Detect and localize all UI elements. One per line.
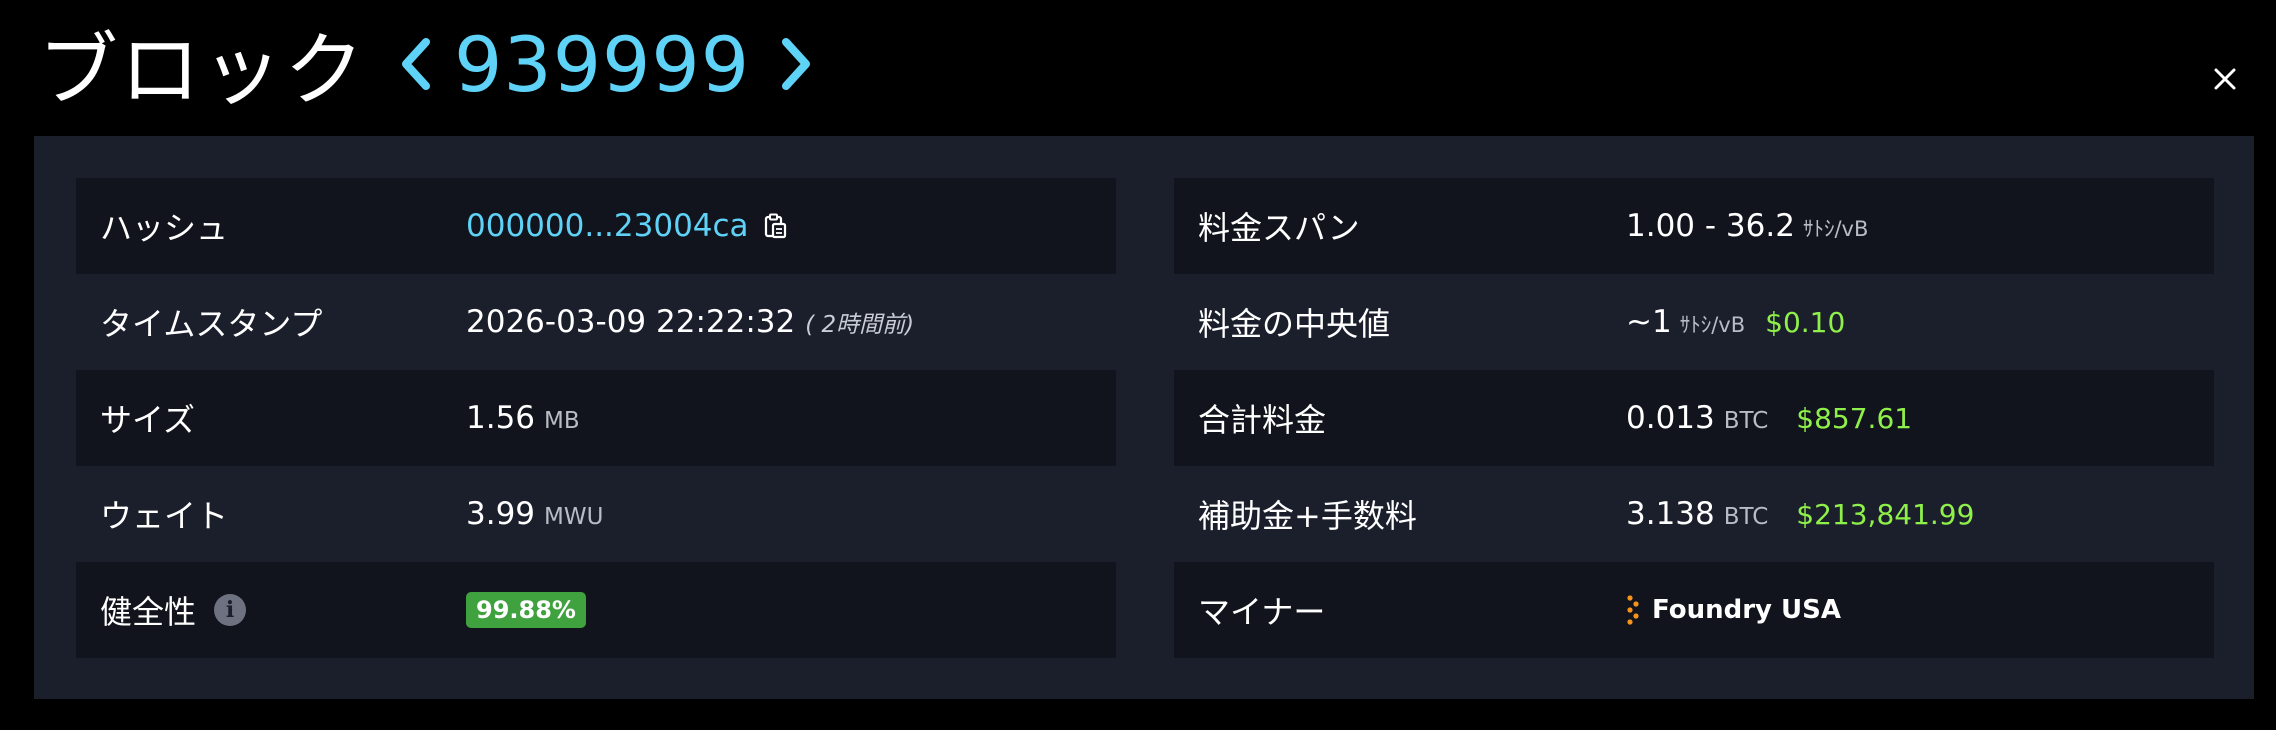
- fee-span-row: 料金スパン 1.00 - 36.2 ｻﾄｼ/vB: [1174, 178, 2214, 274]
- timestamp-label: タイムスタンプ: [100, 305, 323, 343]
- fee-span-unit: ｻﾄｼ/vB: [1802, 217, 1869, 241]
- miner-link[interactable]: Foundry USA: [1626, 594, 1841, 626]
- relative-time: ( 2時間前): [805, 312, 915, 338]
- health-label: 健全性: [100, 593, 197, 631]
- miner-name: Foundry USA: [1652, 595, 1841, 625]
- timestamp-row: タイムスタンプ 2026-03-09 22:22:32 ( 2時間前): [76, 274, 1116, 370]
- total-fees-label: 合計料金: [1198, 401, 1327, 439]
- size-number: 1.56: [466, 400, 536, 436]
- subsidy-fees-label: 補助金+手数料: [1198, 497, 1417, 535]
- hash-label: ハッシュ: [100, 209, 229, 247]
- weight-label: ウェイト: [100, 497, 229, 535]
- block-hash-link[interactable]: 000000...23004ca: [466, 208, 749, 244]
- median-fee-number: ~1: [1626, 304, 1672, 340]
- close-icon[interactable]: [2212, 66, 2238, 92]
- subsidy-fees-row: 補助金+手数料 3.138 BTC $213,841.99: [1174, 466, 2214, 562]
- health-badge: 99.88%: [466, 592, 586, 628]
- chevron-right-icon[interactable]: [774, 29, 818, 99]
- median-fee-unit: ｻﾄｼ/vB: [1679, 313, 1746, 337]
- weight-unit: MWU: [544, 504, 604, 530]
- weight-row: ウェイト 3.99 MWU: [76, 466, 1116, 562]
- subsidy-fees-value: 3.138 BTC $213,841.99: [1626, 496, 1974, 532]
- miner-label: マイナー: [1198, 593, 1326, 631]
- health-row: 健全性 i 99.88%: [76, 562, 1116, 658]
- hash-value: 000000...23004ca: [466, 208, 787, 244]
- clipboard-icon[interactable]: [763, 213, 787, 239]
- miner-value: Foundry USA: [1626, 594, 1841, 626]
- subsidy-fees-unit: BTC: [1723, 504, 1769, 530]
- block-header: ブロック 939999: [38, 14, 818, 117]
- health-label-group: 健全性 i: [100, 587, 247, 633]
- fee-info-table: 料金スパン 1.00 - 36.2 ｻﾄｼ/vB 料金の中央値 ~1 ｻﾄｼ/v…: [1174, 178, 2214, 658]
- weight-number: 3.99: [466, 496, 536, 532]
- median-fee-value: ~1 ｻﾄｼ/vB $0.10: [1626, 304, 1845, 340]
- size-unit: MB: [544, 408, 580, 434]
- timestamp-value: 2026-03-09 22:22:32 ( 2時間前): [466, 304, 914, 340]
- fee-span-value: 1.00 - 36.2 ｻﾄｼ/vB: [1626, 208, 1868, 244]
- total-fees-fiat: $857.61: [1796, 402, 1913, 435]
- total-fees-row: 合計料金 0.013 BTC $857.61: [1174, 370, 2214, 466]
- median-fee-row: 料金の中央値 ~1 ｻﾄｼ/vB $0.10: [1174, 274, 2214, 370]
- info-icon[interactable]: i: [214, 594, 247, 626]
- page-title: ブロック: [38, 24, 366, 117]
- weight-value: 3.99 MWU: [466, 496, 603, 532]
- timestamp-text: 2026-03-09 22:22:32: [466, 304, 796, 340]
- median-fee-fiat: $0.10: [1765, 306, 1846, 339]
- chevron-left-icon[interactable]: [394, 29, 438, 99]
- block-info-table: ハッシュ 000000...23004ca タイムスタンプ 2026-03-09…: [76, 178, 1116, 658]
- total-fees-unit: BTC: [1723, 408, 1769, 434]
- miner-row: マイナー Foundry USA: [1174, 562, 2214, 658]
- block-height: 939999: [454, 19, 751, 109]
- total-fees-number: 0.013: [1626, 400, 1715, 436]
- hash-row: ハッシュ 000000...23004ca: [76, 178, 1116, 274]
- block-details-panel: ハッシュ 000000...23004ca タイムスタンプ 2026-03-09…: [34, 136, 2254, 699]
- fee-span-number: 1.00 - 36.2: [1626, 208, 1795, 244]
- size-value: 1.56 MB: [466, 400, 580, 436]
- total-fees-value: 0.013 BTC $857.61: [1626, 400, 1912, 436]
- fee-span-label: 料金スパン: [1198, 209, 1360, 247]
- median-fee-label: 料金の中央値: [1198, 305, 1391, 343]
- size-label: サイズ: [100, 401, 196, 439]
- size-row: サイズ 1.56 MB: [76, 370, 1116, 466]
- subsidy-fees-number: 3.138: [1626, 496, 1715, 532]
- foundry-logo-icon: [1627, 595, 1639, 625]
- health-value: 99.88%: [466, 592, 586, 628]
- subsidy-fees-fiat: $213,841.99: [1796, 498, 1975, 531]
